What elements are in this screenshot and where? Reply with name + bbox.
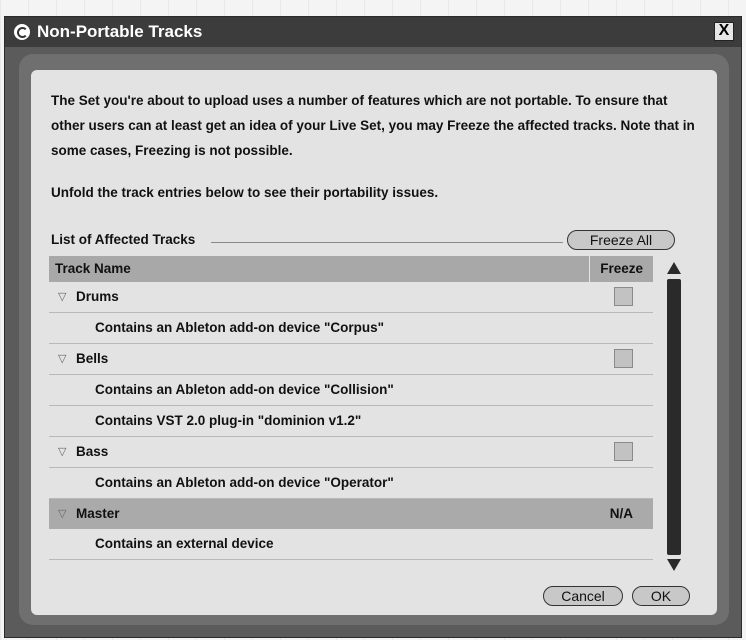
triangle-down-icon[interactable]: ▽ [58,290,66,303]
issue-text: Contains an Ableton add-on device "Colli… [95,382,394,397]
freeze-checkbox-drums[interactable] [614,287,633,306]
column-divider [589,256,590,282]
freeze-checkbox-bells[interactable] [614,349,633,368]
content-panel: The Set you're about to upload uses a nu… [31,70,717,615]
track-row-bells[interactable]: ▽ Bells [49,344,653,375]
freeze-all-button[interactable]: Freeze All [567,230,675,250]
issue-row: Contains an Ableton add-on device "Corpu… [49,313,653,344]
track-name: Drums [76,289,119,304]
list-label: List of Affected Tracks [51,232,200,247]
track-name: Master [76,506,120,521]
issue-text: Contains VST 2.0 plug-in "dominion v1.2" [95,413,362,428]
track-name: Bells [76,351,109,366]
ok-button[interactable]: OK [632,586,690,606]
issue-text: Contains an Ableton add-on device "Opera… [95,475,394,490]
track-row-drums[interactable]: ▽ Drums [49,282,653,313]
unfold-hint: Unfold the track entries below to see th… [51,185,439,200]
column-header-freeze[interactable]: Freeze [600,261,643,276]
scrollbar-thumb[interactable] [667,279,681,555]
close-button[interactable]: X [714,22,734,41]
issue-row: Contains VST 2.0 plug-in "dominion v1.2" [49,406,653,437]
cancel-button[interactable]: Cancel [543,586,623,606]
table-header: Track Name Freeze [49,256,653,282]
issue-text: Contains an external device [95,536,274,551]
scroll-down-arrow-icon[interactable] [667,559,681,571]
freeze-checkbox-bass[interactable] [614,442,633,461]
triangle-down-icon[interactable]: ▽ [58,507,66,520]
issue-row: Contains an Ableton add-on device "Colli… [49,375,653,406]
list-divider [211,242,563,243]
issue-text: Contains an Ableton add-on device "Corpu… [95,320,385,335]
title-bar[interactable]: Non-Portable Tracks X [5,17,741,47]
track-row-master[interactable]: ▽ Master N/A [49,499,653,529]
column-header-track-name[interactable]: Track Name [55,261,131,276]
freeze-not-available: N/A [609,506,633,521]
scroll-up-arrow-icon[interactable] [667,262,681,274]
track-row-bass[interactable]: ▽ Bass [49,437,653,468]
live-logo-icon [14,24,30,40]
issue-row: Contains an external device [49,529,653,560]
intro-text: The Set you're about to upload uses a nu… [51,93,695,158]
affected-tracks-table: Track Name Freeze ▽ Drums Contains an Ab… [49,256,653,560]
track-name: Bass [76,444,109,459]
dialog-window: Non-Portable Tracks X The Set you're abo… [4,16,742,638]
triangle-down-icon[interactable]: ▽ [58,352,66,365]
issue-row: Contains an Ableton add-on device "Opera… [49,468,653,499]
triangle-down-icon[interactable]: ▽ [58,445,66,458]
dialog-title: Non-Portable Tracks [37,22,203,41]
